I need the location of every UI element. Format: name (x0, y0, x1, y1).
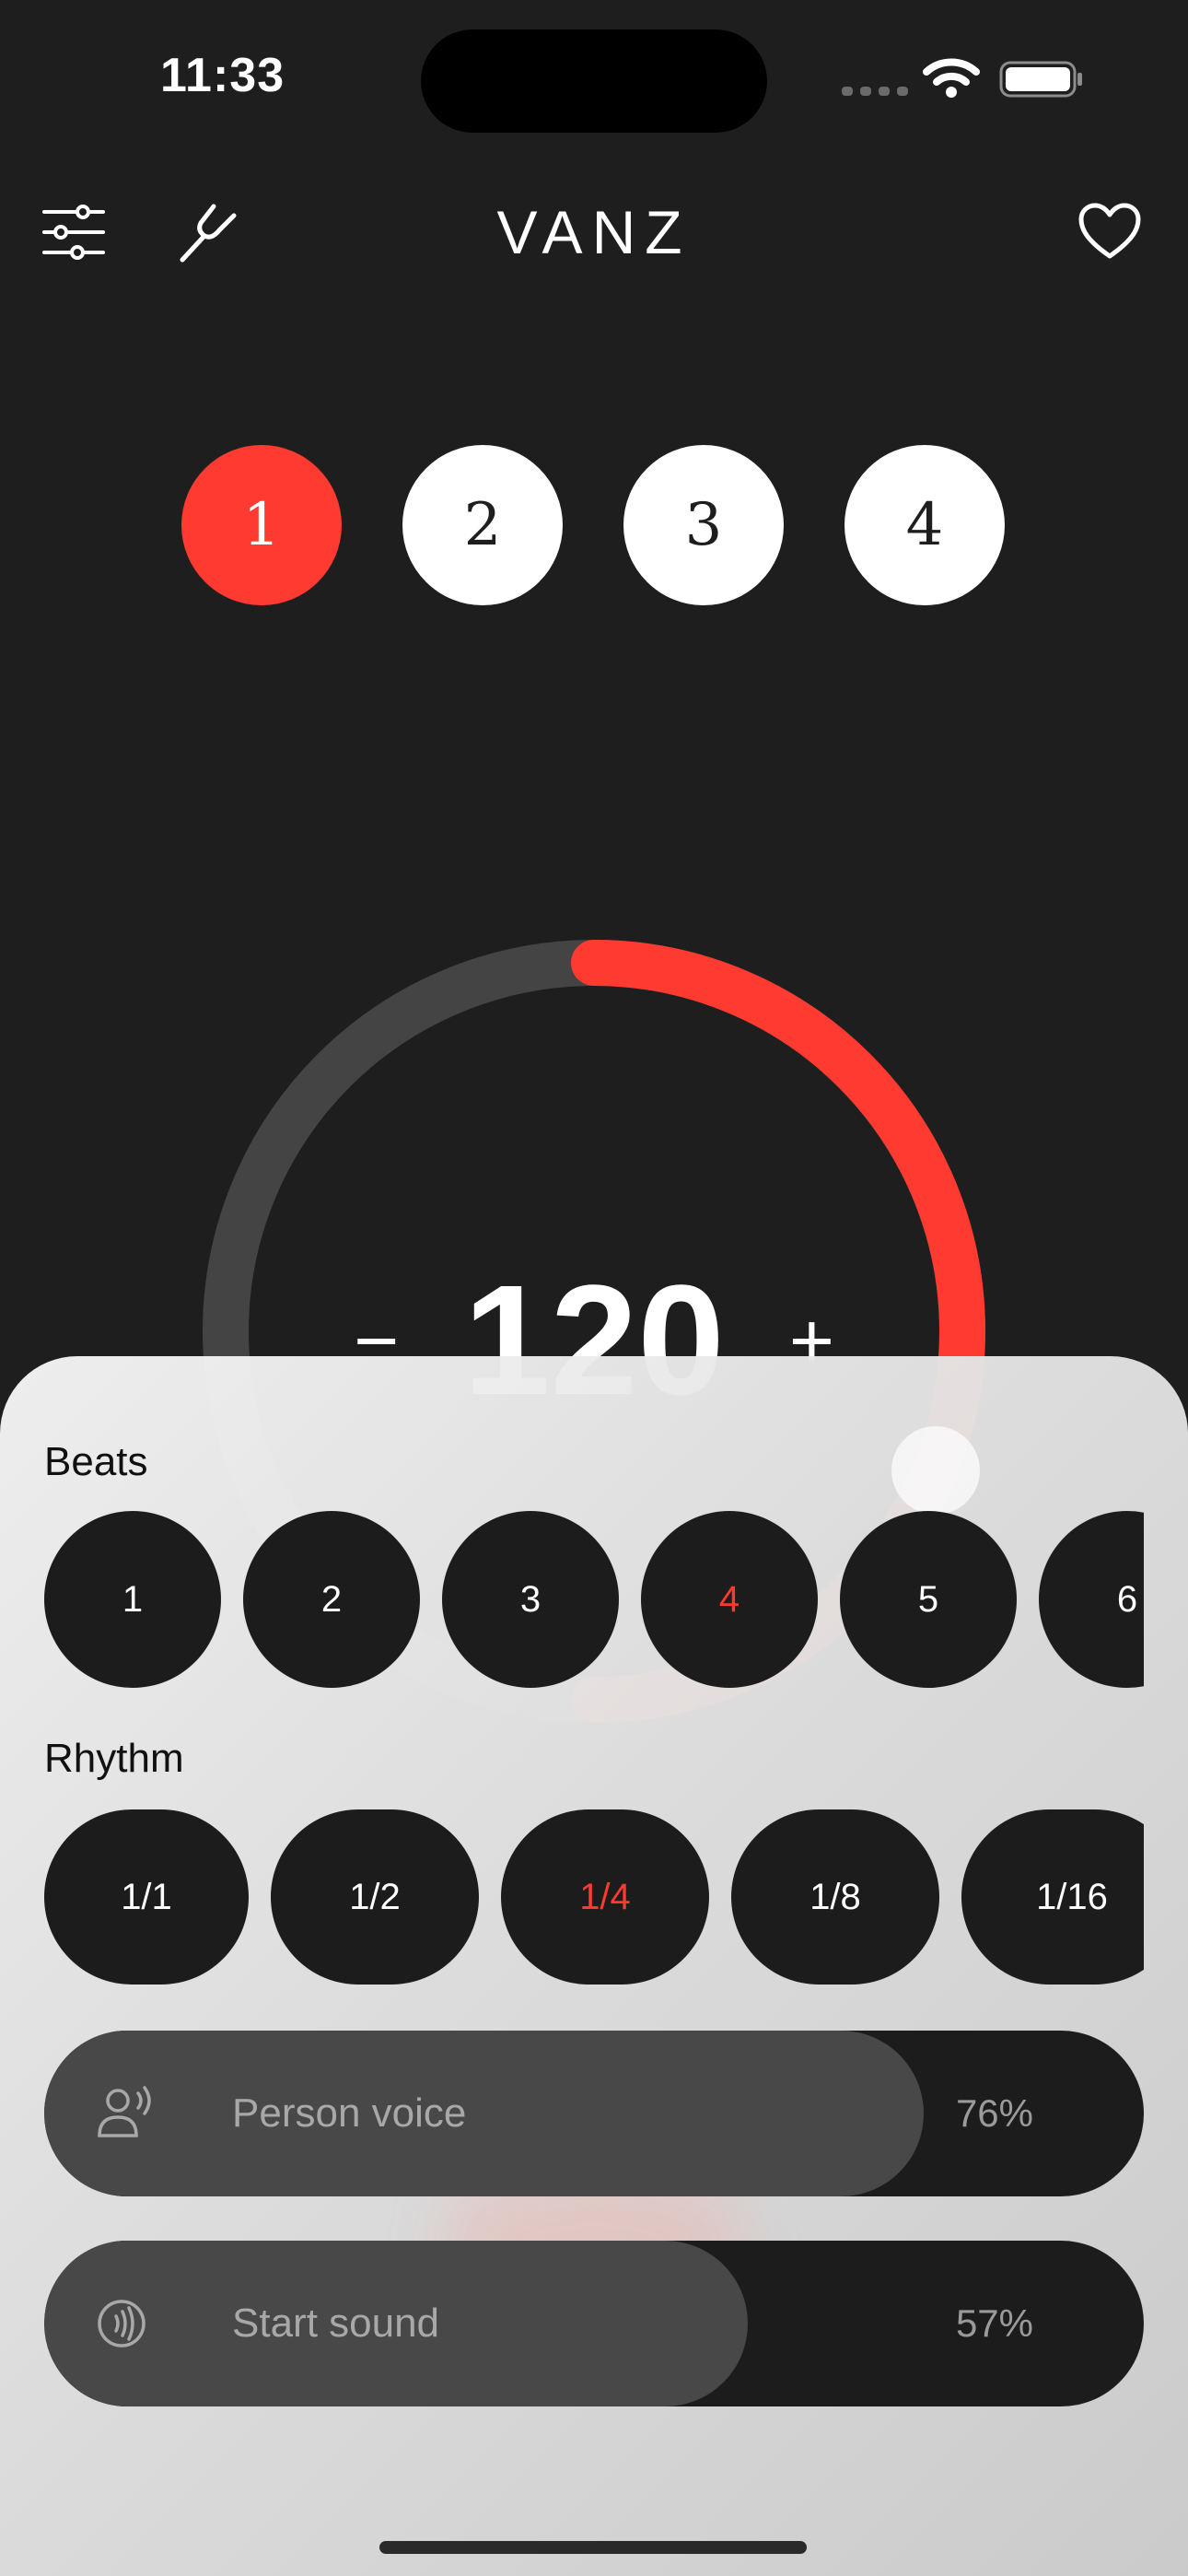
slider-fill (44, 2031, 924, 2196)
rhythm-option[interactable]: 1/16 (961, 1809, 1144, 1985)
start-sound-slider[interactable]: Start sound 57% (44, 2241, 1144, 2406)
beat-dot-1: 1 (181, 445, 342, 605)
voice-icon (98, 2086, 151, 2137)
rhythm-label: Rhythm (44, 1736, 184, 1781)
beats-selector: 1 2 3 4 5 6 (44, 1511, 1144, 1688)
battery-icon (999, 61, 1082, 98)
heart-icon[interactable] (1077, 203, 1142, 260)
beats-label: Beats (44, 1439, 148, 1484)
beat-dot-2: 2 (402, 445, 563, 605)
beats-option[interactable]: 2 (243, 1511, 420, 1688)
cellular-signal-icon (842, 87, 908, 96)
beats-option[interactable]: 6 (1039, 1511, 1144, 1688)
rhythm-option[interactable]: 1/1 (44, 1809, 249, 1985)
slider-percent: 76% (955, 2091, 1033, 2135)
app-title: VANZ (496, 198, 692, 266)
slider-label: Person voice (232, 2090, 467, 2136)
settings-sheet: Beats 1 2 3 4 5 6 Rhythm 1/1 1/2 1/4 1/8… (0, 1356, 1188, 2576)
rhythm-selector: 1/1 1/2 1/4 1/8 1/16 (44, 1809, 1144, 1985)
slider-percent: 57% (955, 2301, 1033, 2345)
rhythm-option[interactable]: 1/8 (731, 1809, 939, 1985)
slider-label: Start sound (232, 2301, 440, 2346)
beats-option-selected[interactable]: 4 (641, 1511, 818, 1688)
status-time: 11:33 (160, 49, 285, 102)
beats-option[interactable]: 1 (44, 1511, 221, 1688)
beat-dot-4: 4 (844, 445, 1005, 605)
wifi-icon (923, 58, 980, 98)
rhythm-option[interactable]: 1/2 (271, 1809, 479, 1985)
sound-wave-icon (98, 2300, 146, 2348)
beat-dot-3: 3 (623, 445, 784, 605)
person-voice-slider[interactable]: Person voice 76% (44, 2031, 1144, 2196)
dial-thumb[interactable] (891, 1426, 980, 1515)
dynamic-island (421, 29, 767, 133)
home-indicator[interactable] (379, 2541, 807, 2554)
rhythm-option-selected[interactable]: 1/4 (501, 1809, 709, 1985)
beats-option[interactable]: 3 (442, 1511, 619, 1688)
beats-option[interactable]: 5 (840, 1511, 1017, 1688)
